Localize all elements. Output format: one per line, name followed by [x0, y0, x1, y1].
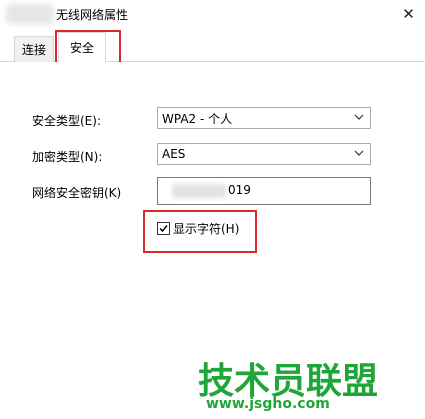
- encryption-type-label: 加密类型(N):: [32, 150, 103, 164]
- encryption-type-select[interactable]: AES: [157, 143, 371, 165]
- blurred-title-prefix: [6, 4, 54, 24]
- chevron-down-icon: [354, 114, 364, 120]
- tab-connection[interactable]: 连接: [14, 36, 54, 62]
- network-key-label: 网络安全密钥(K): [32, 186, 122, 200]
- network-key-input[interactable]: 019: [157, 177, 371, 205]
- window-title: 无线网络属性: [56, 8, 129, 22]
- close-icon: ✕: [402, 5, 415, 23]
- tab-connection-label: 连接: [21, 43, 46, 57]
- encryption-type-value: AES: [162, 147, 186, 161]
- highlight-box-checkbox: [143, 210, 257, 253]
- network-key-value: 019: [228, 183, 251, 197]
- watermark-url: www.jsgho.com: [206, 396, 330, 412]
- close-button[interactable]: ✕: [392, 0, 425, 28]
- blurred-key-prefix: [172, 184, 226, 198]
- security-type-label: 安全类型(E):: [32, 114, 101, 128]
- security-type-select[interactable]: WPA2 - 个人: [157, 107, 371, 129]
- title-bar: 无线网络属性 ✕: [0, 0, 425, 30]
- chevron-down-icon: [354, 150, 364, 156]
- security-type-value: WPA2 - 个人: [162, 111, 233, 126]
